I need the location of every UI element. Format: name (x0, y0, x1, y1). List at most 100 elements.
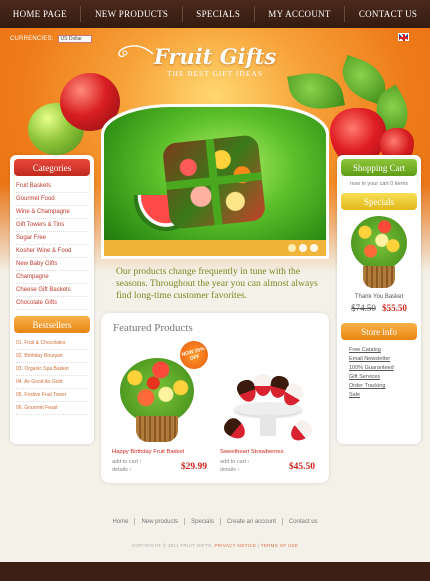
slideshow-banner[interactable] (101, 104, 329, 259)
special-product-name[interactable]: Thank You Basket (341, 294, 417, 300)
product-name[interactable]: Sweetheart Strawberries (220, 449, 315, 455)
store-info-link[interactable]: 100% Guaranteed (349, 364, 417, 373)
category-item[interactable]: New Baby Gifts (16, 258, 88, 271)
categories-heading: Categories (14, 159, 90, 176)
plate-stand (260, 414, 276, 436)
swirl-icon (118, 45, 154, 58)
basket-image (136, 416, 178, 442)
site-logo[interactable]: Fruit Gifts THE BEST GIFT IDEAS (0, 44, 430, 78)
footer-links: Home New products Specials Create an acc… (100, 518, 330, 525)
featured-products-panel: Featured Products NOW 20% OFF Happy Birt… (101, 313, 329, 483)
category-item[interactable]: Wine & Champagne (16, 206, 88, 219)
bestseller-item[interactable]: 04. As Good As Gold (16, 376, 88, 389)
privacy-notice-link[interactable]: PRIVACY NOTICE (214, 543, 256, 548)
footer-link-home[interactable]: Home (112, 519, 128, 525)
details-link[interactable]: details (220, 467, 236, 473)
store-info-link[interactable]: Free Catalog (349, 346, 417, 355)
bottom-bar (0, 562, 430, 581)
footer-link-new-products[interactable]: New products (141, 519, 178, 525)
slide-dot-1[interactable] (288, 244, 296, 252)
store-info-link[interactable]: Order Tracking (349, 382, 417, 391)
nav-new-products[interactable]: NEW PRODUCTS (95, 9, 168, 19)
terms-of-use-link[interactable]: TERMS OF USE (261, 543, 298, 548)
bestsellers-heading: Bestsellers (14, 316, 90, 333)
bestseller-list: 01. Fruit & Chocolates 02. Birthday Bouq… (16, 337, 88, 415)
footer-link-create-account[interactable]: Create an account (227, 519, 276, 525)
category-item[interactable]: Champagne (16, 271, 88, 284)
product-card: Sweetheart Strawberries add to cart › de… (220, 344, 315, 474)
arrow-icon: › (139, 459, 142, 465)
special-product-image[interactable] (349, 216, 409, 290)
nav-specials[interactable]: SPECIALS (196, 9, 240, 19)
details-link[interactable]: details (112, 467, 128, 473)
product-card: NOW 20% OFF Happy Birthday Fruit Basket … (112, 337, 212, 474)
product-name[interactable]: Happy Birthday Fruit Basket (112, 449, 207, 455)
footer-link-contact-us[interactable]: Contact us (289, 519, 318, 525)
store-info-link[interactable]: Email Newsletter (349, 355, 417, 364)
chocolate-strawberry-image (286, 417, 315, 444)
store-info-link[interactable]: Sale (349, 391, 417, 400)
intro-text: Our products change frequently in tune w… (116, 266, 318, 301)
nav-separator (344, 6, 346, 22)
currency-selector: CURRENCIES: US Dollar (10, 35, 92, 43)
nav-separator (181, 6, 183, 22)
store-info-links: Free Catalog Email Newsletter 100% Guara… (341, 346, 417, 400)
add-to-cart-link[interactable]: add to cart (112, 459, 138, 465)
fruit-gift-box-image (104, 107, 326, 256)
fruit-bouquet-image (120, 358, 194, 424)
shopping-cart-heading[interactable]: Shopping Cart (341, 159, 417, 176)
category-item[interactable]: Gourmet Food (16, 193, 88, 206)
footer-separator (281, 518, 283, 525)
product-actions: add to cart › details › $29.99 (112, 458, 207, 474)
store-info-link[interactable]: Gift Services (349, 373, 417, 382)
nav-separator (80, 6, 82, 22)
nav-home[interactable]: HOME PAGE (13, 9, 67, 19)
right-sidebar: Shopping Cart now in your cart 0 items S… (337, 155, 421, 444)
arrow-icon: › (247, 459, 250, 465)
uk-flag-icon[interactable] (398, 33, 409, 41)
slide-dot-2[interactable] (299, 244, 307, 252)
add-to-cart-link[interactable]: add to cart (220, 459, 246, 465)
category-item[interactable]: Chocolate Gifts (16, 297, 88, 310)
category-item[interactable]: Sugar Free (16, 232, 88, 245)
slide-dot-3[interactable] (310, 244, 318, 252)
new-price: $55.50 (382, 303, 407, 313)
product-actions: add to cart › details › $45.50 (220, 458, 315, 474)
nav-my-account[interactable]: MY ACCOUNT (268, 9, 330, 19)
category-item[interactable]: Gift Towers & Tins (16, 219, 88, 232)
category-item[interactable]: Cheese Gift Baskets (16, 284, 88, 297)
bestseller-item[interactable]: 02. Birthday Bouquet (16, 350, 88, 363)
category-item[interactable]: Fruit Baskets (16, 180, 88, 193)
bestseller-item[interactable]: 05. Festive Fruit Tower (16, 389, 88, 402)
featured-products-title: Featured Products (113, 322, 193, 334)
specials-heading: Specials (341, 193, 417, 210)
footer-separator: | (257, 543, 260, 548)
logo-title: Fruit Gifts (153, 44, 277, 69)
left-sidebar: Categories Fruit Baskets Gourmet Food Wi… (10, 155, 94, 444)
footer-link-specials[interactable]: Specials (191, 519, 214, 525)
footer-separator (134, 518, 136, 525)
copyright: COPYRIGHT © 2011 FRUIT GIFTS. PRIVACY NO… (0, 543, 430, 548)
arrow-icon: › (237, 467, 240, 473)
fruit-bouquet-image (351, 216, 407, 270)
store-info-heading: Store info (341, 323, 417, 340)
bestseller-item[interactable]: 03. Organic Spa Basket (16, 363, 88, 376)
slideshow-dots (288, 244, 318, 252)
bestseller-item[interactable]: 06. Gourmet Feast (16, 402, 88, 415)
old-price: $74.50 (351, 303, 376, 313)
chocolate-strawberry-image (220, 415, 250, 443)
currencies-label: CURRENCIES: (10, 36, 54, 42)
currency-dropdown[interactable]: US Dollar (57, 35, 92, 43)
nav-separator (253, 6, 255, 22)
category-list: Fruit Baskets Gourmet Food Wine & Champa… (16, 180, 88, 310)
copyright-text: COPYRIGHT © 2011 FRUIT GIFTS. (131, 543, 213, 548)
top-navigation: HOME PAGE NEW PRODUCTS SPECIALS MY ACCOU… (0, 0, 430, 28)
nav-contact-us[interactable]: CONTACT US (359, 9, 417, 19)
footer-separator (219, 518, 221, 525)
logo-subtitle: THE BEST GIFT IDEAS (166, 69, 264, 78)
fruit-gift-box (161, 134, 267, 230)
basket-image (363, 266, 395, 288)
category-item[interactable]: Kosher Wine & Food (16, 245, 88, 258)
product-image[interactable] (220, 344, 315, 444)
bestseller-item[interactable]: 01. Fruit & Chocolates (16, 337, 88, 350)
